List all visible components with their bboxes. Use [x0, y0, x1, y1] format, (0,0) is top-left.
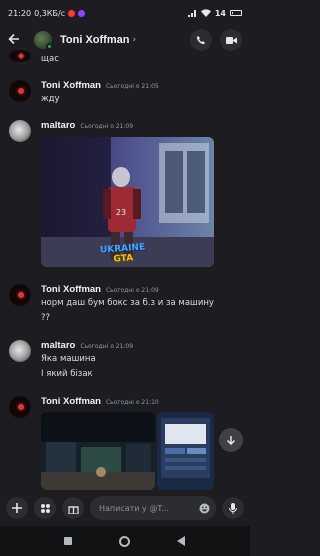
arrow-down-icon [226, 436, 236, 445]
online-status-icon [46, 43, 53, 50]
back-arrow-icon[interactable] [8, 31, 28, 49]
message-text: Яка машина [41, 354, 96, 364]
gift-icon [67, 505, 79, 514]
chat-header: Toni Xoffman › [0, 26, 250, 54]
message-timestamp: Сьогодні о 21:09 [80, 343, 134, 350]
system-navigation-bar [0, 526, 250, 556]
message-text: норм даш бум бокс за б.з и за машину [41, 298, 214, 308]
jersey-number: 23 [116, 208, 126, 217]
message-timestamp: Сьогодні о 21:09 [105, 287, 159, 294]
avatar[interactable] [9, 284, 31, 306]
gift-button[interactable] [62, 497, 84, 519]
message-text: І який бізак [41, 369, 93, 379]
message-timestamp: Сьогодні о 21:05 [105, 83, 159, 90]
image-attachment[interactable] [41, 412, 155, 490]
image-attachment[interactable] [157, 412, 214, 490]
message-author[interactable]: maltaro [41, 340, 75, 351]
video-call-button[interactable] [220, 29, 242, 51]
vpn-icon [78, 9, 86, 17]
message-author[interactable]: maltaro [41, 120, 75, 131]
voice-message-button[interactable] [222, 497, 244, 519]
message-timestamp: Сьогодні о 21:09 [80, 123, 134, 130]
phone-icon [196, 36, 205, 45]
voice-call-button[interactable] [190, 29, 212, 51]
recents-icon[interactable] [63, 537, 72, 545]
contact-name[interactable]: Toni Xoffman [60, 34, 129, 46]
message-text: щас [41, 54, 59, 64]
battery-level: 14 [214, 8, 226, 18]
apps-icon [40, 503, 50, 513]
watermark-logo: UKRAINE GTA [94, 242, 151, 266]
signal-icon [187, 10, 196, 17]
back-triangle-icon[interactable] [177, 536, 186, 546]
message-input[interactable]: Написати у @T... [90, 496, 216, 520]
avatar[interactable] [9, 396, 31, 418]
message-composer: Написати у @T... [0, 490, 250, 526]
add-attachment-button[interactable] [6, 497, 28, 519]
status-time: 21:20 [8, 8, 32, 18]
status-speed: 0,3КБ/с [34, 8, 66, 18]
plus-icon [12, 503, 22, 513]
message-author[interactable]: Toni Xoffman [41, 80, 101, 91]
emoji-icon[interactable] [199, 503, 210, 514]
battery-icon [230, 10, 242, 16]
message-text: жду [41, 94, 60, 104]
wifi-icon [200, 9, 211, 17]
avatar-partial [9, 50, 31, 62]
microphone-icon [229, 502, 237, 514]
apps-button[interactable] [34, 497, 56, 519]
home-icon[interactable] [118, 535, 130, 547]
contact-avatar[interactable] [34, 31, 53, 50]
message-text: ?? [41, 313, 51, 323]
avatar[interactable] [9, 340, 31, 362]
message-timestamp: Сьогодні о 21:10 [105, 399, 159, 406]
scroll-to-bottom-button[interactable] [219, 428, 243, 452]
chevron-right-icon[interactable]: › [132, 35, 136, 45]
avatar[interactable] [9, 120, 31, 142]
avatar[interactable] [9, 80, 31, 102]
message-author[interactable]: Toni Xoffman [41, 284, 101, 295]
status-bar: 21:20 0,3КБ/с 14 [0, 0, 250, 26]
notification-icon [68, 9, 76, 17]
video-camera-icon [225, 36, 237, 44]
message-author[interactable]: Toni Xoffman [41, 396, 101, 407]
message-input-placeholder: Написати у @T... [99, 503, 169, 513]
